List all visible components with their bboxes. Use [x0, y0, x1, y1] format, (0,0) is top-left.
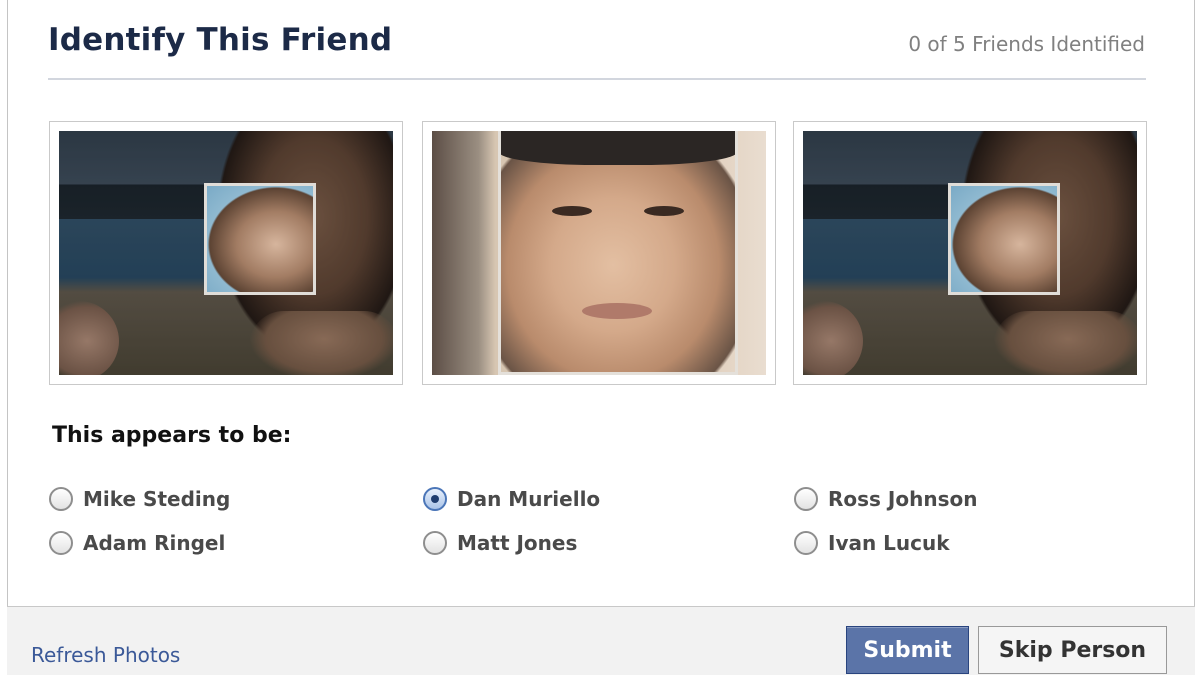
- radio-button[interactable]: [794, 487, 818, 511]
- photo-card-1[interactable]: [49, 121, 403, 385]
- radio-button-selected[interactable]: [423, 487, 447, 511]
- identify-prompt: This appears to be:: [52, 423, 292, 448]
- option-label: Adam Ringel: [83, 531, 226, 555]
- dialog-footer: Refresh Photos Submit Skip Person: [7, 606, 1195, 675]
- radio-button[interactable]: [794, 531, 818, 555]
- radio-button[interactable]: [49, 531, 73, 555]
- face-highlight-box: [204, 183, 316, 295]
- title-divider: [48, 78, 1146, 80]
- photo-card-2[interactable]: [422, 121, 776, 385]
- option-adam-ringel[interactable]: Adam Ringel: [49, 531, 225, 555]
- radio-button[interactable]: [49, 487, 73, 511]
- option-label: Ivan Lucuk: [828, 531, 950, 555]
- face-highlight-box: [498, 131, 738, 375]
- option-label: Dan Muriello: [457, 487, 601, 511]
- skip-person-button[interactable]: Skip Person: [978, 626, 1167, 674]
- face-closeup: [432, 131, 766, 375]
- radio-button[interactable]: [423, 531, 447, 555]
- option-matt-jones[interactable]: Matt Jones: [423, 531, 577, 555]
- identified-counter: 0 of 5 Friends Identified: [908, 32, 1145, 56]
- option-mike-steding[interactable]: Mike Steding: [49, 487, 230, 511]
- option-ross-johnson[interactable]: Ross Johnson: [794, 487, 977, 511]
- submit-button[interactable]: Submit: [846, 626, 969, 674]
- refresh-photos-link[interactable]: Refresh Photos: [31, 643, 180, 667]
- option-label: Mike Steding: [83, 487, 231, 511]
- friend-photo-2: [432, 131, 766, 375]
- option-dan-muriello[interactable]: Dan Muriello: [423, 487, 600, 511]
- dialog-title: Identify This Friend: [48, 22, 393, 58]
- option-ivan-lucuk[interactable]: Ivan Lucuk: [794, 531, 950, 555]
- photo-card-3[interactable]: [793, 121, 1147, 385]
- friend-photo-1: [59, 131, 393, 375]
- face-highlight-box: [948, 183, 1060, 295]
- option-label: Ross Johnson: [828, 487, 978, 511]
- friend-photo-3: [803, 131, 1137, 375]
- option-label: Matt Jones: [457, 531, 578, 555]
